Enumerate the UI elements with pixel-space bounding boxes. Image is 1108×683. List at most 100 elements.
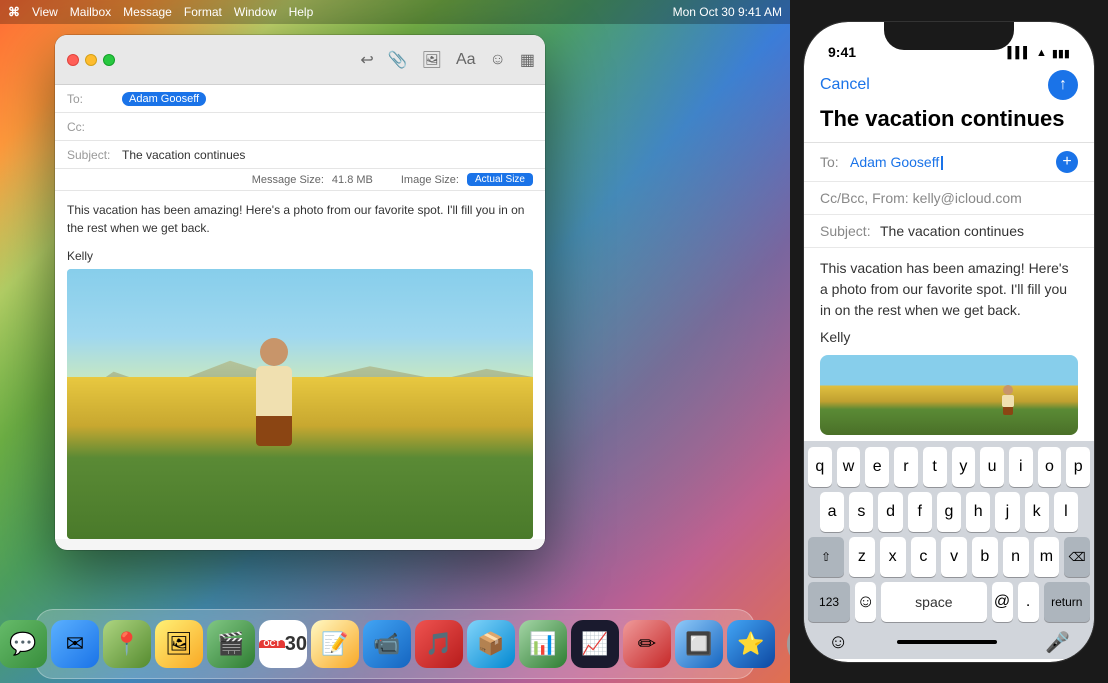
dock-photos[interactable]: 🖼: [155, 620, 203, 668]
dock-xcode[interactable]: 🔲: [675, 620, 723, 668]
to-label: To:: [67, 92, 122, 106]
key-b[interactable]: b: [972, 537, 998, 577]
key-t[interactable]: t: [923, 447, 947, 487]
key-l[interactable]: l: [1054, 492, 1078, 532]
key-u[interactable]: u: [980, 447, 1004, 487]
emoji-icon[interactable]: ☺: [490, 51, 506, 69]
menu-format[interactable]: Format: [184, 5, 222, 19]
traffic-lights: [67, 54, 115, 66]
cc-field-row[interactable]: Cc:: [55, 113, 545, 141]
iphone-notch: [884, 22, 1014, 50]
cc-label: Cc:: [67, 120, 122, 134]
key-i[interactable]: i: [1009, 447, 1033, 487]
dock-finder[interactable]: 📦: [467, 620, 515, 668]
iphone-subject-row[interactable]: Subject: The vacation continues: [804, 215, 1094, 248]
iphone-status-icons: ▌▌▌ ▲ ▮▮▮: [1008, 47, 1070, 60]
dock-appstore[interactable]: ⭐: [727, 620, 775, 668]
key-d[interactable]: d: [878, 492, 902, 532]
key-period[interactable]: .: [1018, 582, 1039, 622]
key-e[interactable]: e: [865, 447, 889, 487]
actual-size-button[interactable]: Actual Size: [467, 173, 533, 186]
key-emoji[interactable]: ☺: [855, 582, 876, 622]
dock-messages[interactable]: 💬: [0, 620, 47, 668]
maximize-button[interactable]: [103, 54, 115, 66]
cancel-button[interactable]: Cancel: [820, 76, 870, 94]
close-button[interactable]: [67, 54, 79, 66]
key-at[interactable]: @: [992, 582, 1013, 622]
dock-music[interactable]: 🎵: [415, 620, 463, 668]
iphone-to-row[interactable]: To: Adam Gooseff +: [804, 143, 1094, 182]
menu-help[interactable]: Help: [289, 5, 314, 19]
key-numbers[interactable]: 123: [808, 582, 850, 622]
key-c[interactable]: c: [911, 537, 937, 577]
iphone-screen: 9:41 ▌▌▌ ▲ ▮▮▮ Cancel ↑ The vacation con…: [804, 22, 1094, 662]
iphone-ccbcc-row[interactable]: Cc/Bcc, From: kelly@icloud.com: [804, 182, 1094, 215]
photo-icon[interactable]: 🖼: [422, 50, 442, 70]
mail-body-text[interactable]: This vacation has been amazing! Here's a…: [55, 191, 545, 247]
add-recipient-button[interactable]: +: [1056, 151, 1078, 173]
to-field-row[interactable]: To: Adam Gooseff: [55, 85, 545, 113]
key-z[interactable]: z: [849, 537, 875, 577]
toolbar-icons: ↩ 📎 🖼 Aa ☺ ▦: [360, 50, 535, 70]
subject-value: The vacation continues: [122, 148, 533, 162]
signal-icon: ▌▌▌: [1008, 47, 1031, 59]
key-r[interactable]: r: [894, 447, 918, 487]
key-w[interactable]: w: [837, 447, 861, 487]
key-o[interactable]: o: [1038, 447, 1062, 487]
keyboard-row-2: a s d f g h j k l: [808, 492, 1090, 532]
emoji-compose-icon[interactable]: ☺: [828, 631, 848, 654]
iphone-mail-actions: Cancel ↑: [820, 70, 1078, 100]
dictation-icon[interactable]: 🎤: [1045, 630, 1070, 655]
key-delete[interactable]: ⌫: [1064, 537, 1090, 577]
format-text-icon[interactable]: Aa: [456, 51, 476, 69]
key-return[interactable]: return: [1044, 582, 1090, 622]
dock-pages[interactable]: ✏: [623, 620, 671, 668]
key-j[interactable]: j: [995, 492, 1019, 532]
dock-notes[interactable]: 📝: [311, 620, 359, 668]
dock-maps[interactable]: 📍: [103, 620, 151, 668]
key-q[interactable]: q: [808, 447, 832, 487]
key-n[interactable]: n: [1003, 537, 1029, 577]
menu-window[interactable]: Window: [234, 5, 277, 19]
dock-facetime2[interactable]: 📹: [363, 620, 411, 668]
figure-legs: [256, 416, 292, 446]
key-shift[interactable]: ⇧: [808, 537, 844, 577]
key-s[interactable]: s: [849, 492, 873, 532]
key-a[interactable]: a: [820, 492, 844, 532]
key-x[interactable]: x: [880, 537, 906, 577]
key-m[interactable]: m: [1034, 537, 1060, 577]
iphone-to-label: To:: [820, 154, 850, 170]
key-f[interactable]: f: [908, 492, 932, 532]
key-p[interactable]: p: [1066, 447, 1090, 487]
key-space[interactable]: space: [881, 582, 986, 622]
more-icon[interactable]: ▦: [520, 50, 535, 70]
key-g[interactable]: g: [937, 492, 961, 532]
iphone-subject-title: The vacation continues: [820, 106, 1078, 132]
iphone-body-text: This vacation has been amazing! Here's a…: [820, 260, 1069, 318]
dock-stocks[interactable]: 📈: [571, 620, 619, 668]
dock-calendar[interactable]: OCT 30: [259, 620, 307, 668]
key-v[interactable]: v: [941, 537, 967, 577]
message-size-value: 41.8 MB: [332, 174, 373, 186]
mac-desktop: ⌘ View Mailbox Message Format Window Hel…: [0, 0, 790, 683]
key-y[interactable]: y: [952, 447, 976, 487]
key-k[interactable]: k: [1025, 492, 1049, 532]
iphone-subject-label: Subject:: [820, 223, 880, 239]
send-button[interactable]: ↑: [1048, 70, 1078, 100]
undo-icon[interactable]: ↩: [360, 50, 373, 70]
menu-mailbox[interactable]: Mailbox: [70, 5, 111, 19]
key-h[interactable]: h: [966, 492, 990, 532]
dock-mail[interactable]: ✉: [51, 620, 99, 668]
iphone-mail-body[interactable]: This vacation has been amazing! Here's a…: [804, 248, 1094, 325]
preview-figure: [1002, 385, 1014, 413]
minimize-button[interactable]: [85, 54, 97, 66]
menu-message[interactable]: Message: [123, 5, 172, 19]
dock-facetime[interactable]: 🎬: [207, 620, 255, 668]
subject-field-row[interactable]: Subject: The vacation continues: [55, 141, 545, 169]
attachment-icon[interactable]: 📎: [388, 50, 408, 70]
menu-view[interactable]: View: [32, 5, 58, 19]
recipient-tag[interactable]: Adam Gooseff: [122, 92, 206, 106]
apple-menu[interactable]: ⌘: [8, 5, 20, 19]
menu-time: Mon Oct 30 9:41 AM: [673, 5, 782, 19]
dock-numbers[interactable]: 📊: [519, 620, 567, 668]
